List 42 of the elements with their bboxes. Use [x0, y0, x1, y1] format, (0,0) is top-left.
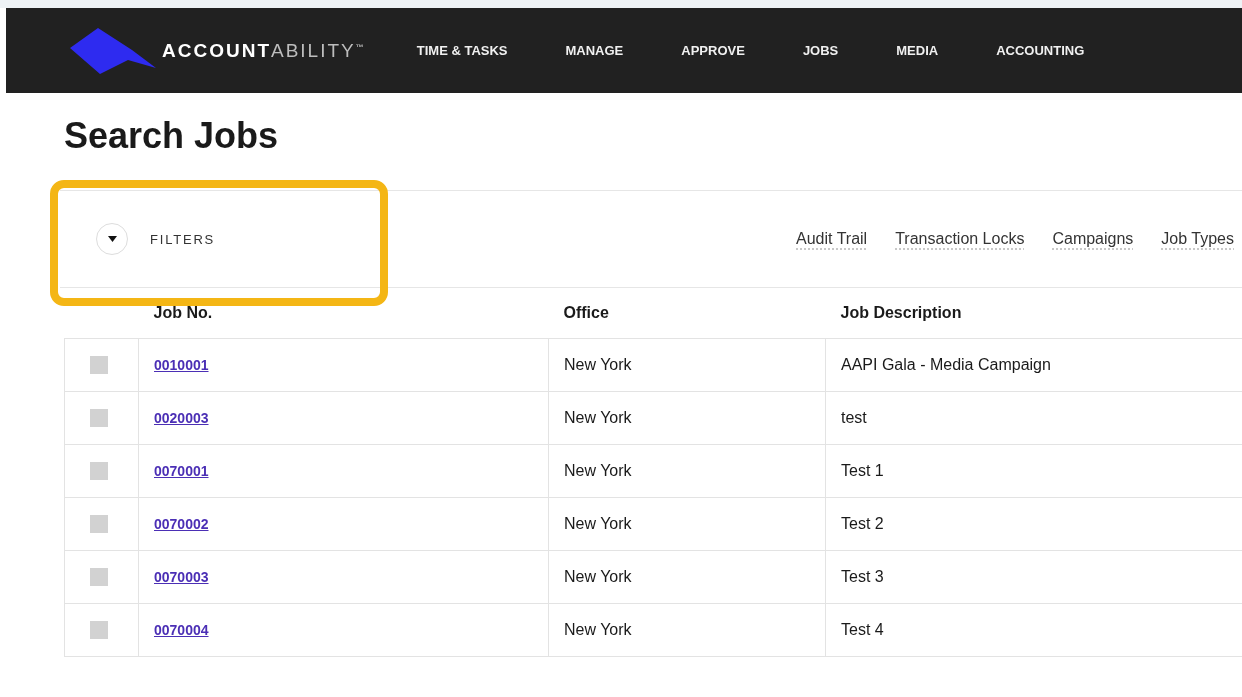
- page-title: Search Jobs: [64, 115, 280, 158]
- job-number-link[interactable]: 0010001: [154, 357, 209, 373]
- brand-name: ACCOUNTABILITY$^{™}$: [162, 39, 364, 62]
- job-number-link[interactable]: 0070002: [154, 516, 209, 532]
- nav-item[interactable]: TIME & TASKS: [387, 43, 537, 58]
- office-cell: New York: [564, 356, 632, 373]
- row-checkbox[interactable]: [90, 568, 108, 586]
- office-cell: New York: [564, 515, 632, 532]
- nav-item[interactable]: APPROVE: [652, 43, 774, 58]
- row-checkbox[interactable]: [90, 356, 108, 374]
- nav-item[interactable]: JOBS: [773, 43, 868, 58]
- description-cell: Test 4: [841, 621, 884, 638]
- filters-toggle[interactable]: FILTERS: [96, 223, 216, 255]
- office-cell: New York: [564, 462, 632, 479]
- description-cell: test: [841, 409, 867, 426]
- job-number-link[interactable]: 0070003: [154, 569, 209, 585]
- description-cell: Test 3: [841, 568, 884, 585]
- description-cell: AAPI Gala - Media Campaign: [841, 356, 1051, 373]
- nav-item[interactable]: MANAGE: [536, 43, 653, 58]
- office-cell: New York: [564, 621, 632, 638]
- column-header: Job No.: [138, 288, 549, 339]
- office-cell: New York: [564, 409, 632, 426]
- column-header: Office: [548, 288, 826, 339]
- row-checkbox[interactable]: [90, 515, 108, 533]
- description-cell: Test 2: [841, 515, 884, 532]
- nav-item[interactable]: MEDIA: [867, 43, 968, 58]
- toolbar-link[interactable]: Campaigns: [1052, 230, 1134, 248]
- caret-icon: [107, 236, 117, 242]
- row-checkbox[interactable]: [90, 621, 108, 639]
- office-cell: New York: [564, 568, 632, 585]
- toolbar-link[interactable]: Job Types: [1161, 230, 1234, 248]
- row-checkbox[interactable]: [90, 409, 108, 427]
- description-cell: Test 1: [841, 462, 884, 479]
- column-header: Job Description: [825, 288, 1242, 339]
- toolbar-link[interactable]: Transaction Locks: [895, 230, 1025, 248]
- job-number-link[interactable]: 0020003: [154, 410, 209, 426]
- nav-item[interactable]: ACCOUNTING: [967, 43, 1114, 58]
- row-checkbox[interactable]: [90, 462, 108, 480]
- logo-icon: [70, 25, 156, 76]
- toolbar-link[interactable]: Audit Trail: [796, 230, 868, 248]
- job-number-link[interactable]: 0070001: [154, 463, 209, 479]
- job-number-link[interactable]: 0070004: [154, 622, 209, 638]
